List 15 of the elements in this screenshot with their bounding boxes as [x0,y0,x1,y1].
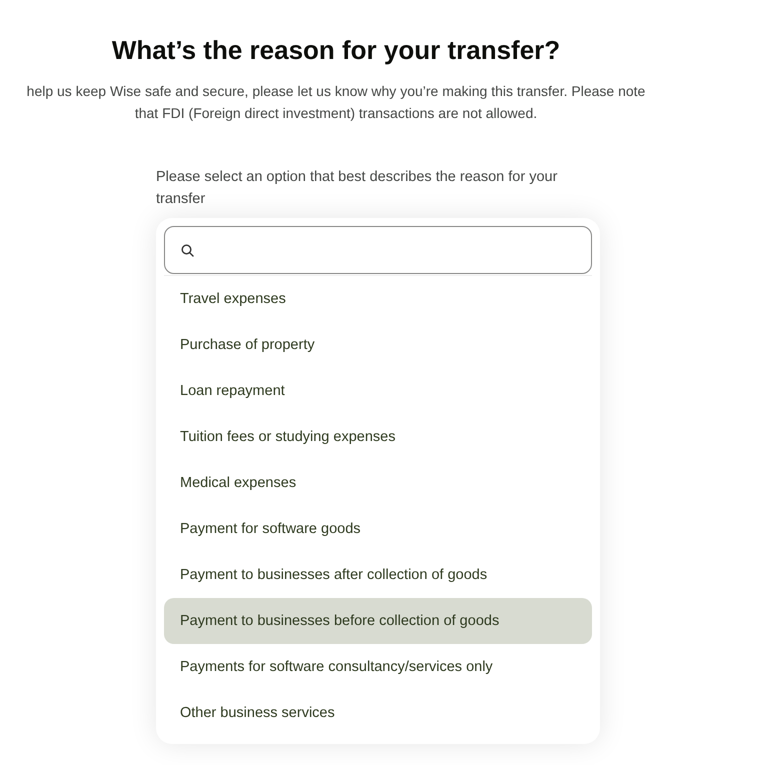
option-item[interactable]: Tuition fees or studying expenses [164,414,592,460]
intro-text: help us keep Wise safe and secure, please let us know why you’re making this transfer. Please note that FDI (Foreign direct investment) transactions are not allowed. [26,82,646,123]
search-field[interactable] [164,226,592,274]
option-item[interactable]: Medical expenses [164,460,592,506]
option-item[interactable]: Purchase of property [164,322,592,368]
option-item[interactable]: Payment for software goods [164,506,592,552]
search-icon [181,244,194,256]
option-item[interactable]: Travel expenses [164,276,592,322]
option-item[interactable]: Payment to businesses before collection of goods [164,598,592,644]
option-item[interactable]: Other business services [164,690,592,736]
option-item[interactable]: Loan repayment [164,368,592,414]
option-item[interactable]: Payment to businesses after collection of goods [164,552,592,598]
select-prompt: Please select an option that best describes the reason for your transfer [156,168,558,209]
option-item[interactable]: Payments for software consultancy/services only [164,644,592,690]
page-title: What’s the reason for your transfer? [112,34,560,66]
